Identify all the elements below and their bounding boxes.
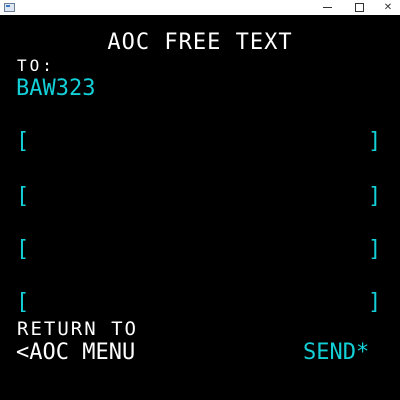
mcdu-window: ✕ AOC FREE TEXT TO: BAW323 [ ] [ ] [ ] [… <box>0 0 400 400</box>
maximize-icon <box>354 3 364 12</box>
maximize-button[interactable] <box>344 0 374 15</box>
aoc-menu-button[interactable]: <AOC MENU <box>16 342 135 364</box>
minimize-icon <box>322 7 332 8</box>
page-title: AOC FREE TEXT <box>107 30 293 55</box>
close-icon: ✕ <box>383 1 393 13</box>
send-button[interactable]: SEND* <box>303 342 369 364</box>
free-text-line-1-open-bracket[interactable]: [ <box>16 131 29 153</box>
free-text-line-2-open-bracket[interactable]: [ <box>16 186 29 208</box>
minimize-button[interactable] <box>312 0 342 15</box>
app-icon <box>4 3 15 12</box>
close-button[interactable]: ✕ <box>373 0 400 15</box>
free-text-line-3-open-bracket[interactable]: [ <box>16 239 29 261</box>
free-text-line-2-close-bracket[interactable]: ] <box>368 186 381 208</box>
free-text-line-4-open-bracket[interactable]: [ <box>16 292 29 314</box>
to-value[interactable]: BAW323 <box>16 78 95 100</box>
free-text-line-3-close-bracket[interactable]: ] <box>368 239 381 261</box>
title-bar: ✕ <box>0 0 400 15</box>
free-text-line-1-close-bracket[interactable]: ] <box>368 131 381 153</box>
free-text-line-4-close-bracket[interactable]: ] <box>368 292 381 314</box>
to-label: TO: <box>17 56 55 75</box>
return-to-label: RETURN TO <box>17 318 138 340</box>
